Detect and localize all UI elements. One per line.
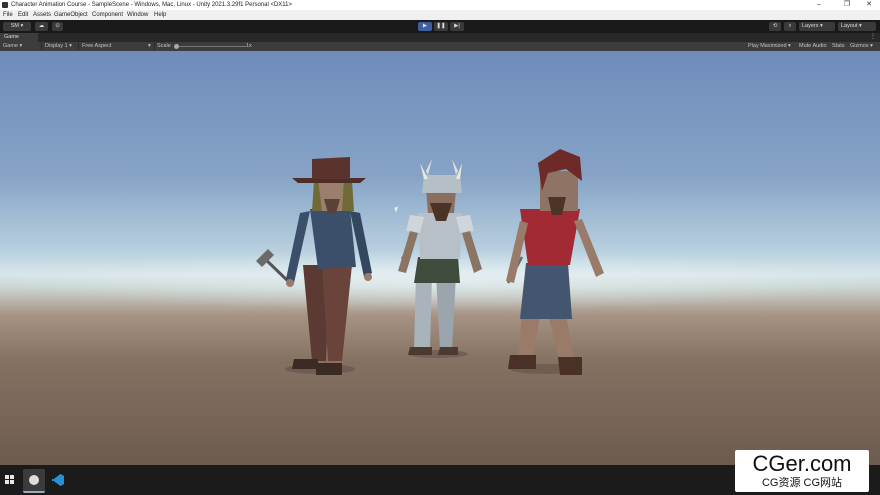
aspect-chevron-icon[interactable]: ▾	[148, 42, 151, 51]
maximize-button[interactable]: ❐	[836, 0, 858, 10]
cloud-icon[interactable]: ☁	[35, 22, 48, 31]
divider	[78, 43, 79, 50]
search-icon[interactable]: ⌕	[784, 22, 796, 31]
scale-slider-track[interactable]	[176, 46, 246, 47]
history-icon[interactable]: ⟲	[769, 22, 781, 31]
menu-window[interactable]: Window	[127, 11, 148, 19]
menu-help[interactable]: Help	[154, 11, 166, 19]
scale-value: 1x	[246, 43, 252, 49]
collab-icon[interactable]: ⊙	[52, 22, 63, 31]
close-button[interactable]: ✕	[858, 0, 880, 10]
scale-slider-handle[interactable]	[174, 44, 179, 49]
watermark-main-text: CGer.com	[752, 451, 852, 476]
gizmos-label: Gizmos	[850, 43, 869, 49]
menu-gameobject[interactable]: GameObject	[54, 11, 88, 19]
menu-file[interactable]: File	[3, 11, 13, 19]
account-label: SM	[10, 23, 19, 29]
character-viking[interactable]	[398, 159, 482, 355]
more-options-icon[interactable]: ⋮	[870, 33, 876, 42]
gizmos-dropdown[interactable]: Gizmos ▾	[850, 42, 873, 51]
menu-component[interactable]: Component	[92, 11, 123, 19]
vscode-app-icon[interactable]	[47, 469, 69, 491]
game-mode-label: Game	[3, 43, 18, 49]
minimize-button[interactable]: –	[808, 0, 830, 10]
play-button[interactable]: ▶	[418, 22, 432, 31]
mute-audio-toggle[interactable]: Mute Audio	[799, 42, 827, 51]
watermark-sub-text: CG资源 CG网站	[761, 477, 843, 489]
layers-dropdown[interactable]: Layers ▾	[799, 22, 835, 31]
character-adventurer[interactable]	[256, 157, 372, 375]
menu-edit[interactable]: Edit	[18, 11, 28, 19]
pause-button[interactable]: ❚❚	[434, 22, 448, 31]
unity-logo-icon	[2, 2, 8, 8]
aspect-label: Free Aspect	[82, 43, 112, 49]
layers-label: Layers	[802, 23, 819, 29]
unity-app-icon[interactable]	[23, 469, 45, 493]
menu-assets[interactable]: Assets	[33, 11, 51, 19]
menu-bar: File Edit Assets GameObject Component Wi…	[0, 10, 880, 20]
layout-label: Layout	[841, 23, 858, 29]
divider	[41, 43, 42, 50]
window-title-bar: Character Animation Course - SampleScene…	[0, 0, 880, 10]
account-dropdown[interactable]: SM ▾	[3, 22, 31, 31]
scale-label: Scale	[157, 43, 171, 49]
game-mode-dropdown[interactable]: Game ▾	[3, 42, 22, 51]
game-view-toolbar: Game ▾ Display 1 ▾ Free Aspect ▾ Scale 1…	[0, 42, 880, 51]
play-maximized-label: Play Maximized	[748, 43, 787, 49]
main-toolbar: SM ▾ ☁ ⊙ ▶ ❚❚ ▶| ⟲ ⌕ Layers ▾ Layout ▾	[0, 20, 880, 33]
step-button[interactable]: ▶|	[450, 22, 464, 31]
tab-game-label: Game	[4, 34, 19, 40]
divider	[154, 43, 155, 50]
character-warrior[interactable]	[506, 149, 604, 375]
aspect-dropdown[interactable]: Free Aspect	[82, 42, 111, 51]
stats-toggle[interactable]: Stats	[832, 42, 845, 51]
game-viewport[interactable]	[0, 51, 880, 465]
layout-dropdown[interactable]: Layout ▾	[838, 22, 876, 31]
windows-start-icon[interactable]	[5, 475, 15, 485]
display-dropdown[interactable]: Display 1 ▾	[45, 42, 72, 51]
tab-game[interactable]: Game	[0, 33, 38, 42]
window-title: Character Animation Course - SampleScene…	[11, 2, 293, 8]
watermark-badge: CGer.com CG资源 CG网站	[735, 450, 869, 492]
play-maximized-dropdown[interactable]: Play Maximized ▾	[748, 42, 791, 51]
display-label: Display 1	[45, 43, 68, 49]
